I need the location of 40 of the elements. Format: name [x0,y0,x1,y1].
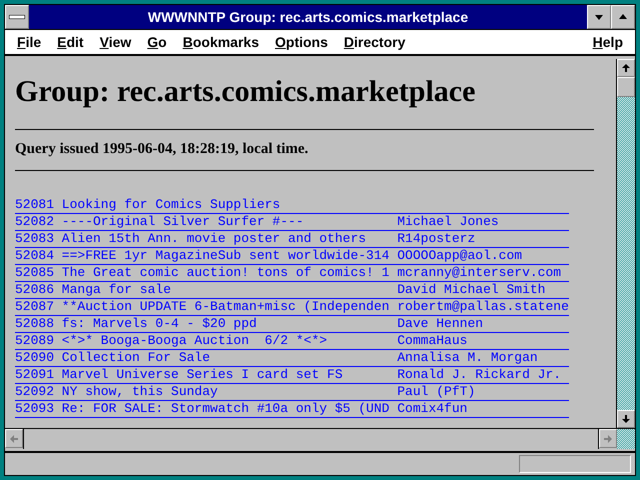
right-arrow-icon [603,434,613,444]
left-arrow-icon [9,434,19,444]
article-link[interactable]: 52085 The Great comic auction! tons of comics! 1 mcranny@interserv.com [15,265,569,282]
scrollbar-corner [617,429,635,449]
scroll-right-button[interactable] [599,429,617,448]
scroll-left-button[interactable] [5,429,23,448]
window-title: WWWNNTP Group: rec.arts.comics.marketplace [146,8,470,27]
article-link[interactable]: 52090 Collection For Sale Annalisa M. Morgan [15,350,569,367]
article-link[interactable]: 52081 Looking for Comics Suppliers [15,197,569,214]
maximize-button[interactable] [611,5,635,29]
scroll-thumb[interactable] [617,77,635,97]
menu-item[interactable]: Edit [49,34,92,50]
article-link[interactable]: 52091 Marvel Universe Series I card set FS Ronald J. Rickard Jr. [15,367,569,384]
up-arrow-icon [621,63,631,73]
down-triangle-icon [594,12,604,22]
query-text: Query issued 1995-06-04, 18:28:19, local time. [15,141,310,158]
page-heading: Group: rec.arts.comics.marketplace [15,74,476,110]
menu-item[interactable]: File [9,34,50,50]
menu-item[interactable]: Options [267,34,336,50]
system-menu-button[interactable] [5,5,29,29]
article-link[interactable]: 52093 Re: FOR SALE: Stormwatch #10a only $5 (UND Comix4fun [15,401,569,418]
scroll-down-button[interactable] [617,410,635,428]
article-link[interactable]: 52087 **Auction UPDATE 6-Batman+misc (Independen robertm@pallas.statene [15,299,569,316]
article-link[interactable]: 52092 NY show, this Sunday Paul (PfT) [15,384,569,401]
scroll-up-button[interactable] [617,59,635,77]
menu-item[interactable]: View [92,34,140,50]
up-triangle-icon [618,12,628,22]
down-arrow-icon [621,414,631,424]
minimize-button[interactable] [587,5,611,29]
menu-item[interactable]: Help [584,34,631,50]
article-link[interactable]: 52083 Alien 15th Ann. movie poster and others R14posterz [15,231,569,248]
menu-item[interactable]: Go [139,34,175,50]
article-link[interactable]: 52086 Manga for sale David Michael Smith [15,282,569,299]
menu-item[interactable]: Bookmarks [174,34,267,50]
article-link[interactable]: 52088 fs: Marvels 0-4 - $20 ppd Dave Hennen [15,316,569,333]
article-link[interactable]: 52084 ==>FREE 1yr MagazineSub sent worldwide-314 OOOOOapp@aol.com [15,248,569,265]
dash-icon [9,15,25,19]
menu-item[interactable]: Directory [336,34,414,50]
article-link[interactable]: 52089 <*>* Booga-Booga Auction 6/2 *<*> CommaHaus [15,333,569,350]
article-link[interactable]: 52082 ----Original Silver Surfer #--- Michael Jones [15,214,569,231]
